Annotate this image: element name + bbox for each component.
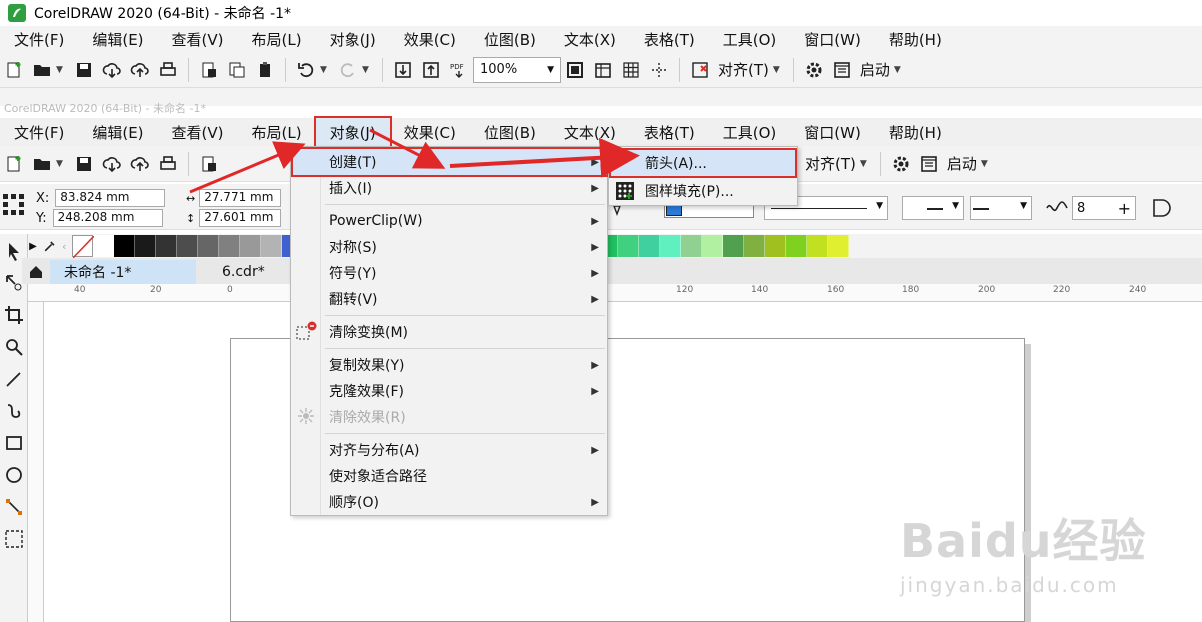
- watermark-url: jingyan.baidu.com: [900, 573, 1119, 597]
- annotation-arrow-object-menu: [189, 141, 306, 194]
- annotation-arrow-arrowhead: [449, 137, 640, 178]
- watermark-logo-text: Baidu经验: [900, 514, 1147, 568]
- annotation-arrow-create: [369, 128, 446, 169]
- baidu-watermark: Baidu经验 jingyan.baidu.com: [900, 505, 1200, 615]
